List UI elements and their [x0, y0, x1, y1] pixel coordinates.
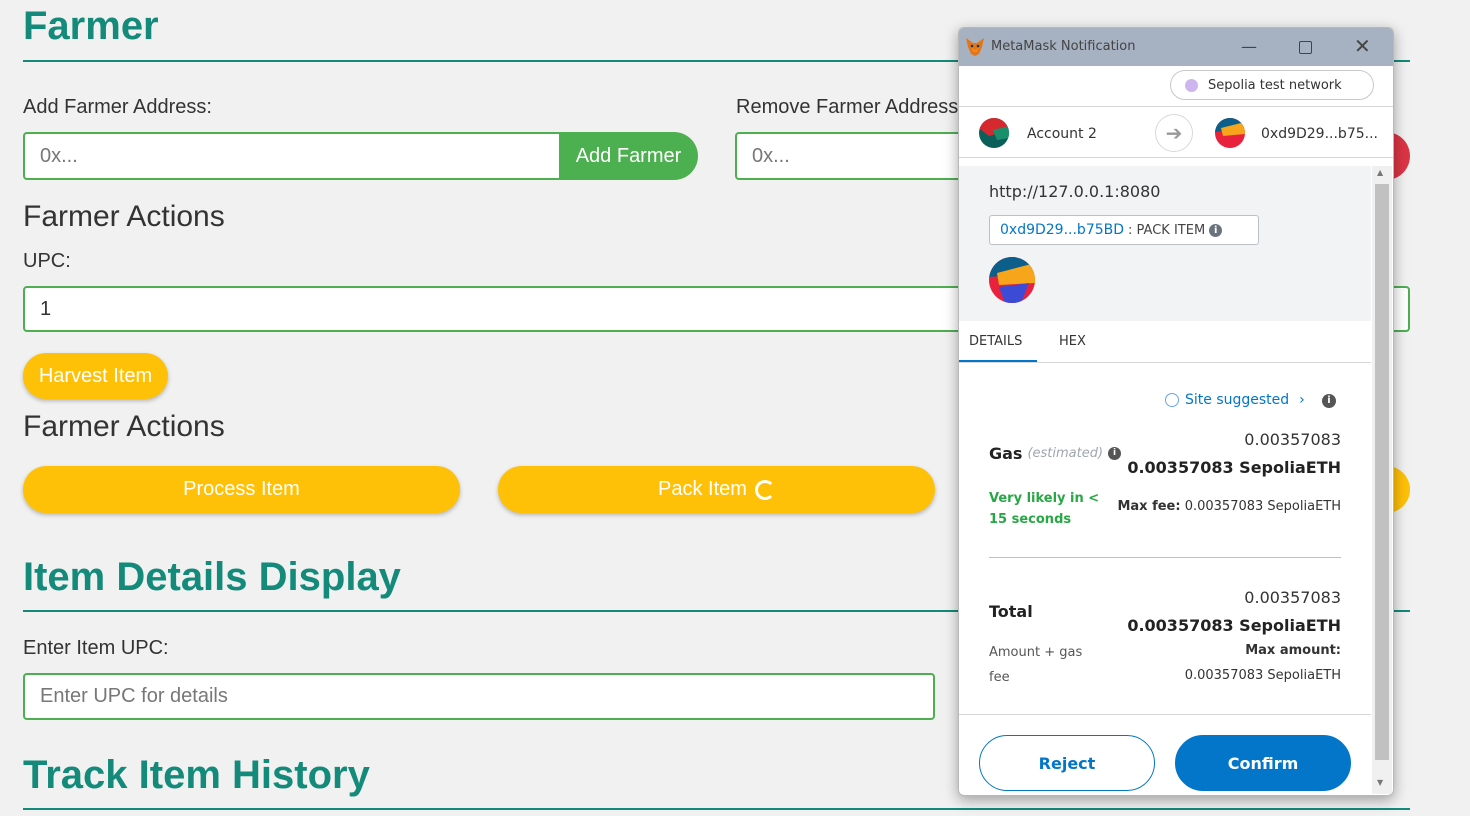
chevron-right-icon: ›: [1299, 392, 1305, 408]
farmer-actions-heading: Farmer Actions: [23, 200, 225, 233]
arrow-right-icon: ➔: [1155, 114, 1193, 152]
farmer-title: Farmer: [23, 4, 159, 48]
total-amount: 0.00357083: [1244, 588, 1341, 607]
add-farmer-button[interactable]: Add Farmer: [559, 132, 698, 180]
contract-method-badge: 0xd9D29...b75BD : PACK ITEM i: [989, 215, 1259, 245]
contract-address-link[interactable]: 0xd9D29...b75BD: [1000, 222, 1124, 238]
amount-gas-fee-label: Amount + gas fee: [989, 640, 1082, 690]
process-item-button[interactable]: Process Item: [23, 466, 460, 513]
item-details-title: Item Details Display: [23, 555, 401, 599]
network-name: Sepolia test network: [1208, 77, 1342, 93]
gas-amount: 0.00357083: [1244, 430, 1341, 449]
divider: [959, 157, 1393, 158]
scroll-up-icon[interactable]: ▲: [1377, 168, 1383, 177]
site-suggested-link[interactable]: Site suggested ›: [1165, 392, 1305, 408]
gas-timing-estimate: Very likely in < 15 seconds: [989, 488, 1099, 530]
scrollbar-thumb[interactable]: [1375, 184, 1389, 760]
add-farmer-label: Add Farmer Address:: [23, 96, 212, 118]
origin-url: http://127.0.0.1:8080: [989, 182, 1161, 201]
process-item-label: Process Item: [183, 478, 300, 500]
reject-button[interactable]: Reject: [979, 735, 1155, 791]
upc-label: UPC:: [23, 250, 71, 272]
max-fee-row: Max fee: 0.00357083 SepoliaETH: [1089, 499, 1341, 514]
metamask-fox-icon: [966, 38, 984, 56]
item-upc-input[interactable]: [23, 673, 935, 720]
globe-icon: [1165, 393, 1179, 407]
gas-estimated-label: (estimated): [1027, 446, 1104, 461]
remove-farmer-label: Remove Farmer Address: [736, 96, 959, 118]
contract-avatar: [989, 257, 1035, 303]
max-amount-label: Max amount:: [1245, 643, 1341, 658]
harvest-item-label: Harvest Item: [38, 364, 153, 387]
remove-farmer-input[interactable]: [735, 132, 975, 180]
max-fee-value: 0.00357083 SepoliaETH: [1184, 499, 1341, 514]
add-farmer-input[interactable]: [23, 132, 563, 180]
divider: [989, 557, 1341, 558]
tab-hex[interactable]: HEX: [1059, 334, 1086, 349]
loading-spinner-icon: [754, 479, 775, 500]
minimize-icon[interactable]: —: [1241, 37, 1257, 56]
divider: [959, 362, 1371, 363]
window-titlebar: MetaMask Notification — ✕: [959, 28, 1393, 66]
metamask-window: MetaMask Notification — ✕ Sepolia test n…: [958, 27, 1394, 796]
total-amount-eth: 0.00357083 SepoliaETH: [1127, 616, 1341, 635]
farmer-actions-heading-2: Farmer Actions: [23, 410, 225, 443]
confirm-button[interactable]: Confirm: [1175, 735, 1351, 791]
divider: [959, 714, 1371, 715]
amount-gas-line-2: fee: [989, 670, 1010, 685]
from-account-name: Account 2: [1027, 126, 1097, 142]
info-icon[interactable]: i: [1322, 394, 1336, 408]
window-title: MetaMask Notification: [991, 39, 1136, 54]
network-selector[interactable]: Sepolia test network: [1170, 70, 1374, 100]
amount-gas-line-1: Amount + gas: [989, 645, 1083, 660]
recipient-address[interactable]: 0xd9D29...b75...: [1261, 126, 1378, 142]
account-avatar: [979, 118, 1009, 148]
total-label: Total: [989, 602, 1033, 621]
enter-upc-label: Enter Item UPC:: [23, 637, 169, 659]
harvest-item-button[interactable]: Harvest Item: [23, 353, 168, 399]
max-amount-value: 0.00357083 SepoliaETH: [1184, 668, 1341, 683]
pack-item-label: Pack Item: [658, 478, 747, 500]
track-history-divider: [23, 808, 1410, 810]
max-fee-label: Max fee:: [1117, 499, 1181, 514]
gas-label: Gas: [989, 444, 1023, 463]
site-suggested-label: Site suggested: [1185, 392, 1290, 408]
scroll-down-icon[interactable]: ▼: [1377, 778, 1383, 787]
tab-details[interactable]: DETAILS: [969, 334, 1022, 349]
close-icon[interactable]: ✕: [1354, 34, 1371, 58]
timing-line-1: Very likely in <: [989, 491, 1100, 506]
method-name: : PACK ITEM: [1128, 222, 1206, 238]
divider: [959, 106, 1393, 107]
recipient-avatar: [1215, 118, 1245, 148]
track-history-title: Track Item History: [23, 753, 370, 797]
timing-line-2: 15 seconds: [989, 512, 1072, 527]
pack-item-button[interactable]: Pack Item: [498, 466, 935, 513]
info-icon[interactable]: i: [1209, 223, 1223, 237]
network-dot-icon: [1185, 78, 1198, 92]
gas-amount-eth: 0.00357083 SepoliaETH: [1127, 458, 1341, 477]
maximize-icon[interactable]: [1299, 41, 1312, 54]
